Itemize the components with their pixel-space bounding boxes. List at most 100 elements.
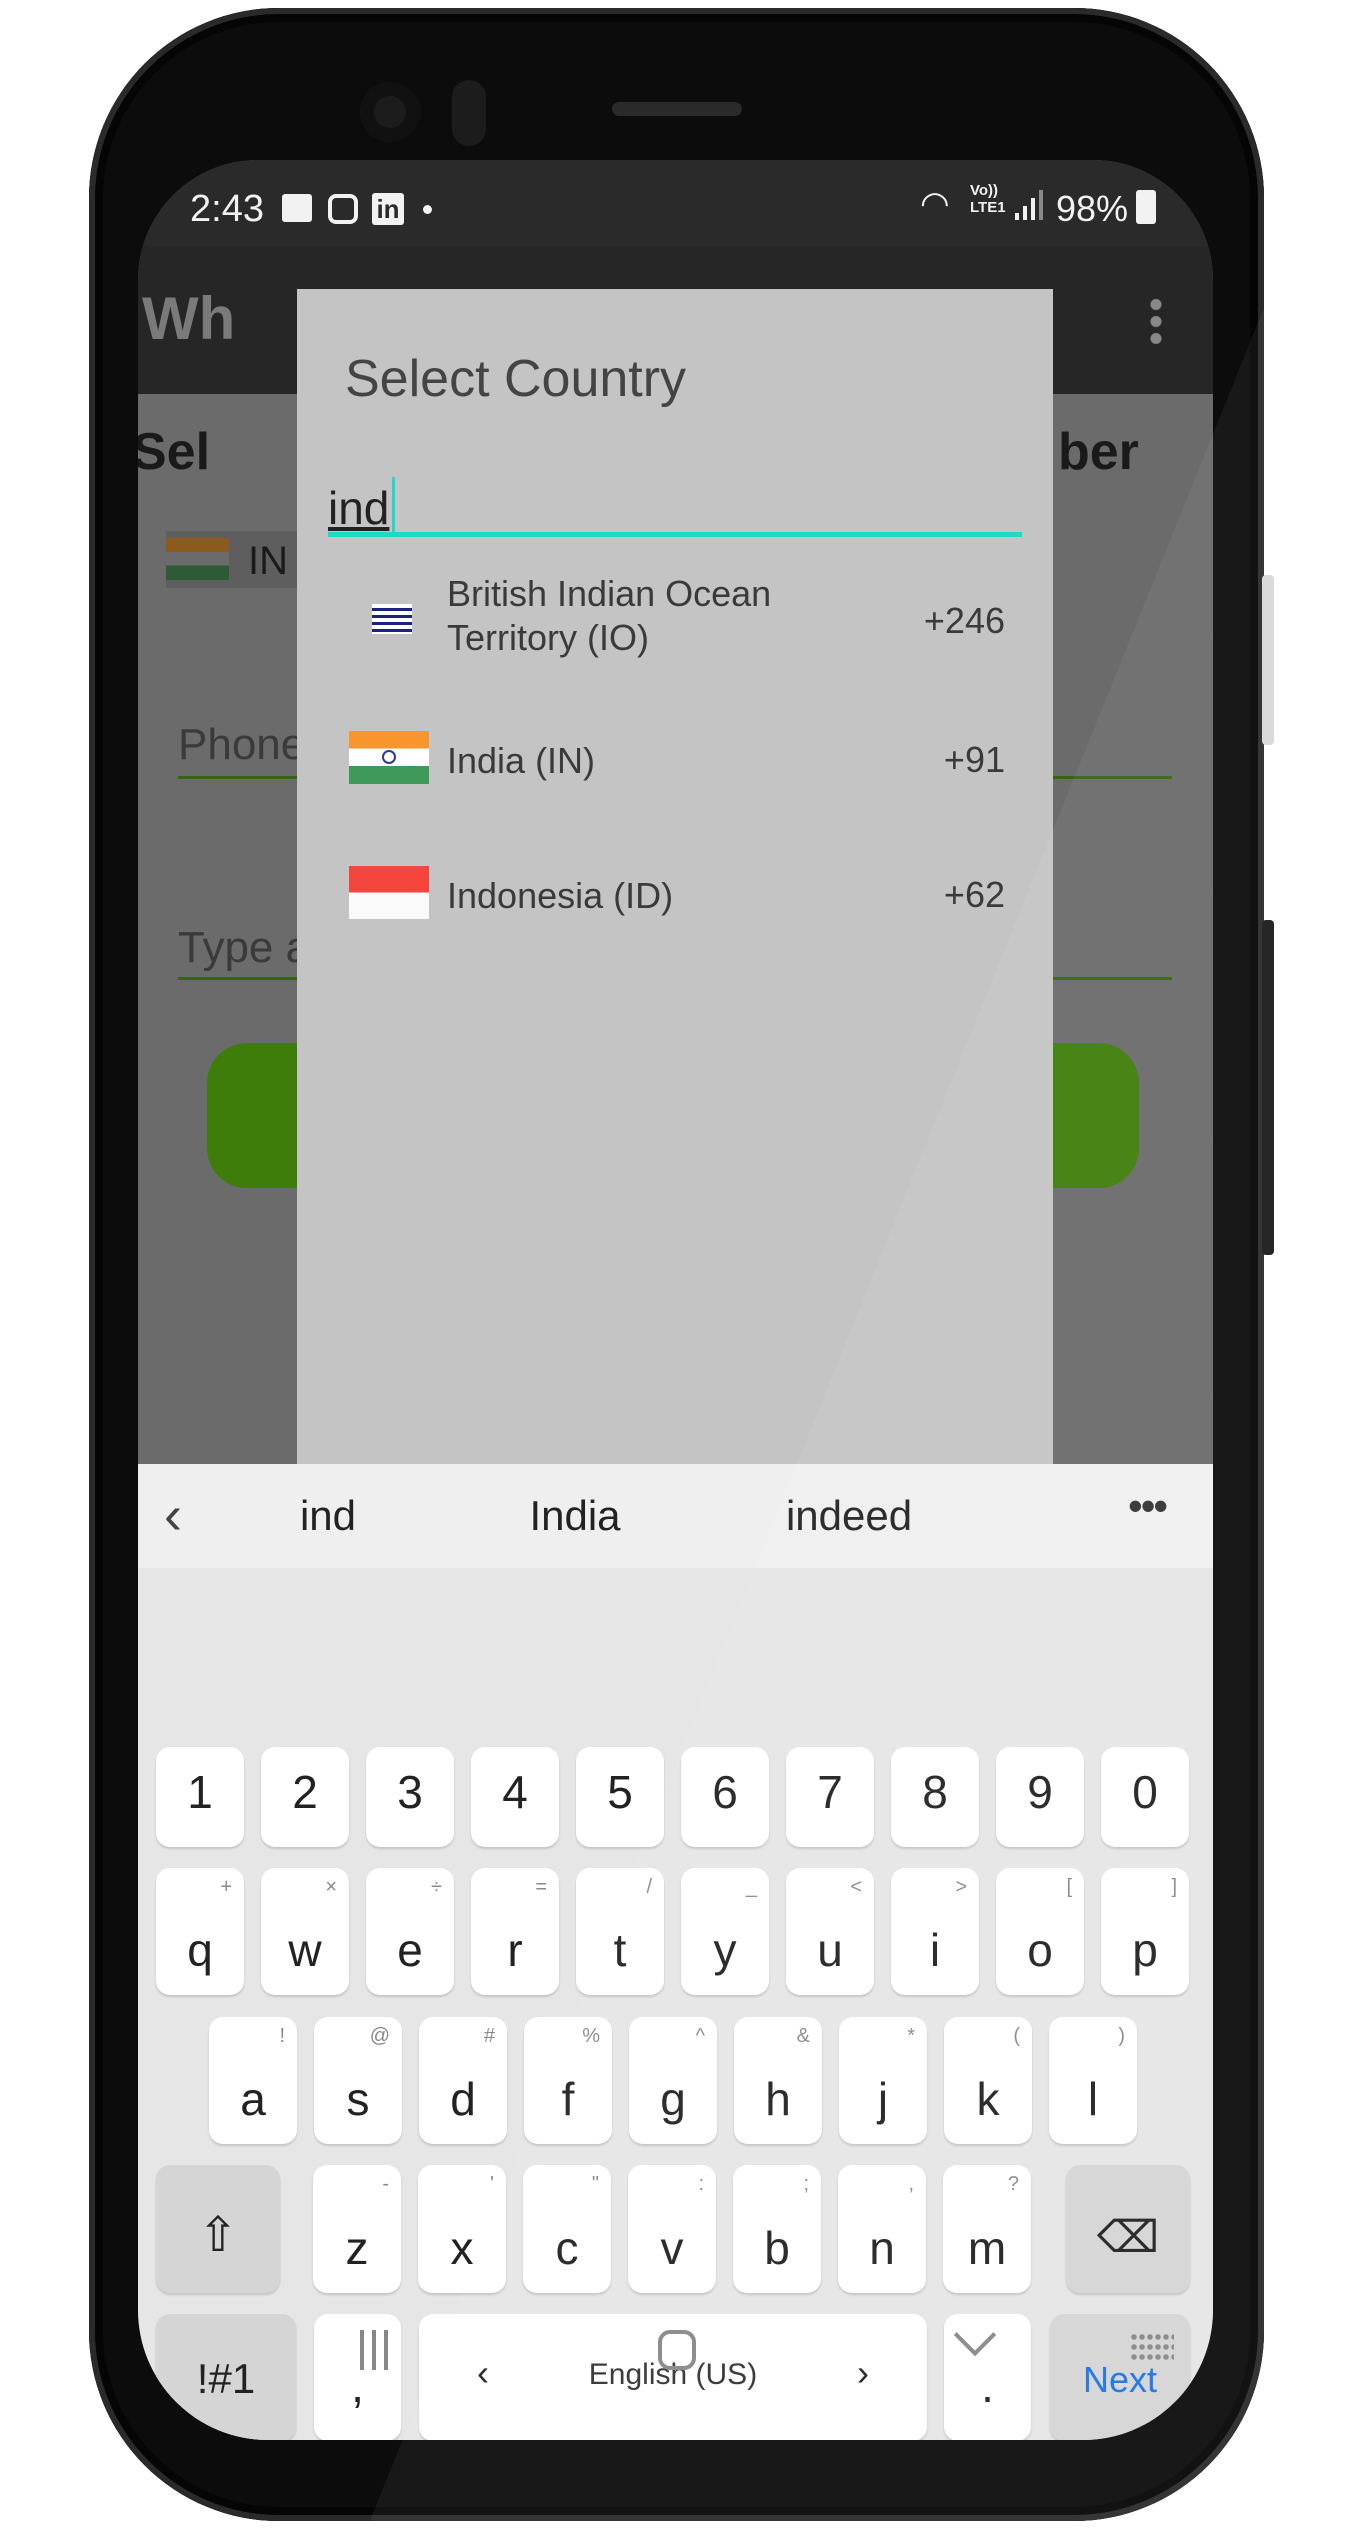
key-label: p bbox=[1132, 1924, 1158, 1976]
key-label: t bbox=[613, 1924, 627, 1976]
country-dialog: Select Country ind British Indian Ocean T… bbox=[297, 289, 1053, 1464]
key-w[interactable]: w × bbox=[261, 1868, 349, 1995]
key-4[interactable]: 4 bbox=[471, 1747, 559, 1847]
key-7[interactable]: 7 bbox=[786, 1747, 874, 1847]
shift-key[interactable]: ⇧ bbox=[156, 2165, 280, 2293]
home-button[interactable] bbox=[658, 2330, 696, 2370]
recents-button[interactable] bbox=[360, 2330, 388, 2370]
country-row-india[interactable]: India (IN) +91 bbox=[297, 699, 1053, 809]
power-button bbox=[1262, 920, 1274, 1255]
key-5[interactable]: 5 bbox=[576, 1747, 664, 1847]
country-row-biot[interactable]: British Indian Ocean Territory (IO) +246 bbox=[297, 564, 1053, 674]
key-u[interactable]: u < bbox=[786, 1868, 874, 1995]
key-area: 1 2 3 4 5 6 7 8 9 0 q + w × e ÷ r = t / y _ u < i > o[p] a! s @ d # f% g ^… bbox=[138, 1464, 1213, 2440]
key-label: 9 bbox=[1027, 1766, 1053, 1818]
key-secondary-label: " bbox=[591, 2173, 599, 2195]
key-label: h bbox=[765, 2073, 791, 2125]
dot-icon bbox=[423, 205, 432, 214]
linkedin-icon: in bbox=[372, 193, 404, 225]
key-6[interactable]: 6 bbox=[681, 1747, 769, 1847]
country-name: India (IN) bbox=[447, 740, 596, 781]
shift-icon: ⇧ bbox=[197, 2209, 239, 2262]
status-time: 2:43 bbox=[190, 188, 264, 230]
key-3[interactable]: 3 bbox=[366, 1747, 454, 1847]
key-g[interactable]: g ^ bbox=[629, 2017, 717, 2144]
symbols-key[interactable]: !#1 bbox=[156, 2314, 296, 2440]
overflow-menu-icon[interactable] bbox=[1150, 296, 1162, 344]
key-e[interactable]: e ÷ bbox=[366, 1868, 454, 1995]
key-9[interactable]: 9 bbox=[996, 1747, 1084, 1847]
key-t[interactable]: t / bbox=[576, 1868, 664, 1995]
key-label: y bbox=[713, 1924, 737, 1976]
search-input[interactable]: ind bbox=[328, 459, 1022, 539]
key-label: 1 bbox=[187, 1766, 213, 1818]
key-l[interactable]: l) bbox=[1049, 2017, 1137, 2144]
key-j[interactable]: j * bbox=[839, 2017, 927, 2144]
heading-end: ber bbox=[1058, 423, 1139, 481]
backspace-key[interactable]: ⌫ bbox=[1066, 2165, 1190, 2293]
backspace-icon: ⌫ bbox=[1096, 2213, 1160, 2262]
country-code: IN bbox=[248, 539, 288, 583]
key-i[interactable]: i > bbox=[891, 1868, 979, 1995]
key-0[interactable]: 0 bbox=[1101, 1747, 1189, 1847]
key-label: g bbox=[660, 2073, 686, 2125]
heading: Sel bbox=[138, 423, 211, 481]
key-label: 2 bbox=[292, 1766, 318, 1818]
key-label: a bbox=[240, 2073, 266, 2125]
indonesia-flag-icon bbox=[349, 866, 429, 919]
key-1[interactable]: 1 bbox=[156, 1747, 244, 1847]
key-secondary-label: % bbox=[582, 2025, 600, 2047]
key-m[interactable]: m? bbox=[943, 2165, 1031, 2293]
key-h[interactable]: h & bbox=[734, 2017, 822, 2144]
language-next-icon[interactable]: › bbox=[857, 2352, 869, 2394]
key-8[interactable]: 8 bbox=[891, 1747, 979, 1847]
country-picker[interactable]: IN bbox=[166, 531, 306, 588]
key-v[interactable]: v: bbox=[628, 2165, 716, 2293]
key-b[interactable]: b; bbox=[733, 2165, 821, 2293]
keyboard: ‹ ind India indeed ••• 1 2 3 4 5 6 7 8 9 0 q + w × e ÷ r… bbox=[138, 1464, 1213, 2440]
instagram-icon bbox=[328, 194, 358, 224]
signal-icon bbox=[1015, 190, 1045, 220]
key-a[interactable]: a! bbox=[209, 2017, 297, 2144]
key-y[interactable]: y _ bbox=[681, 1868, 769, 1995]
key-s[interactable]: s @ bbox=[314, 2017, 402, 2144]
key-p[interactable]: p] bbox=[1101, 1868, 1189, 1995]
phone-input[interactable]: Phone bbox=[138, 720, 305, 770]
key-label: w bbox=[288, 1924, 322, 1976]
key-label: q bbox=[187, 1924, 213, 1976]
key-label: e bbox=[397, 1924, 423, 1976]
key-label: 3 bbox=[397, 1766, 423, 1818]
key-label: i bbox=[929, 1924, 941, 1976]
key-secondary-label: ÷ bbox=[431, 1876, 442, 1898]
key-2[interactable]: 2 bbox=[261, 1747, 349, 1847]
text-cursor bbox=[392, 477, 395, 537]
key-c[interactable]: c " bbox=[523, 2165, 611, 2293]
search-value: ind bbox=[328, 482, 390, 534]
key-label: x bbox=[450, 2222, 474, 2274]
key-secondary-label: = bbox=[535, 1876, 547, 1898]
key-f[interactable]: f% bbox=[524, 2017, 612, 2144]
key-secondary-label: × bbox=[325, 1876, 337, 1898]
key-q[interactable]: q + bbox=[156, 1868, 244, 1995]
key-secondary-label: * bbox=[907, 2025, 915, 2047]
key-secondary-label: ? bbox=[1007, 2173, 1019, 2195]
keyboard-hide-icon[interactable] bbox=[1130, 2332, 1174, 2362]
key-secondary-label: ' bbox=[490, 2173, 494, 2195]
key-n[interactable]: n, bbox=[838, 2165, 926, 2293]
key-secondary-label: ( bbox=[1013, 2025, 1020, 2047]
country-row-indonesia[interactable]: Indonesia (ID) +62 bbox=[297, 834, 1053, 944]
key-k[interactable]: k( bbox=[944, 2017, 1032, 2144]
period-label: . bbox=[981, 2360, 994, 2412]
key-d[interactable]: d # bbox=[419, 2017, 507, 2144]
volume-button bbox=[1262, 575, 1274, 745]
key-o[interactable]: o[ bbox=[996, 1868, 1084, 1995]
key-label: 6 bbox=[712, 1766, 738, 1818]
key-r[interactable]: r = bbox=[471, 1868, 559, 1995]
key-x[interactable]: x ' bbox=[418, 2165, 506, 2293]
message-input[interactable]: Type a bbox=[178, 923, 310, 973]
next-label: Next bbox=[1082, 2359, 1158, 2400]
key-label: j bbox=[877, 2073, 889, 2125]
key-label: r bbox=[507, 1924, 523, 1976]
key-secondary-label: ) bbox=[1118, 2025, 1125, 2047]
key-z[interactable]: z- bbox=[313, 2165, 401, 2293]
